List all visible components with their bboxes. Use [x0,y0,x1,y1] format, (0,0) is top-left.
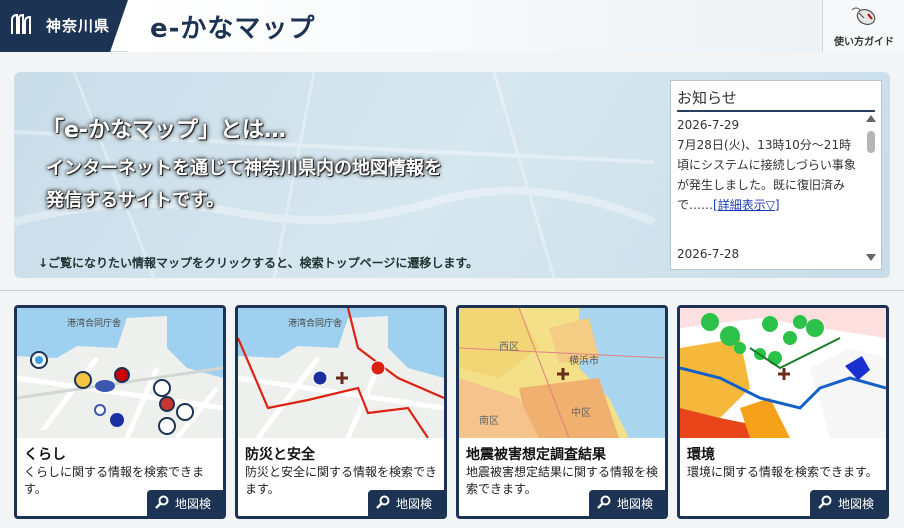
mouse-icon [851,7,876,25]
site-logo[interactable]: e-かなマップ [150,8,315,45]
card-kankyo[interactable]: 環境 環境に関する情報を検索できます。 地図検 [677,305,889,519]
map-search-button[interactable]: 地図検 [810,490,886,516]
card-title: 環境 [687,447,715,463]
logo-area: e-かなマップ [128,0,828,52]
map-search-label: 地図検 [175,497,212,511]
card-bousai[interactable]: 港湾合同庁舎 防災と安全 防災と安全に関する情報を検索できます。 地図検 [235,305,447,519]
prefecture-name: 神奈川県 [46,17,111,35]
kurashi-map-thumbnail: 港湾合同庁舎 [17,308,223,438]
hero-description-line2: 発信するサイトです。 [46,190,225,211]
search-icon [818,495,832,509]
map-search-button[interactable]: 地図検 [368,490,444,516]
map-label: 横浜市 [569,354,599,367]
card-jishin[interactable]: 西区 横浜市 南区 中区 地震被害想定調査結果 地震被害想定結果に関する情報を検… [456,305,668,519]
prefecture-badge[interactable]: 神奈川県 [0,0,128,52]
card-kurashi[interactable]: 港湾合同庁舎 くらし くらしに関する情報を検索できます。 地図検 [14,305,226,519]
news-divider [677,110,875,112]
news-date: 2026-7-29 [677,118,740,132]
user-guide-label: 使い方ガイド [834,37,894,48]
map-label: 南区 [479,414,499,427]
search-icon [376,495,390,509]
hero-title: 「e-かなマップ」とは… [42,118,287,143]
search-icon [597,495,611,509]
news-scrollbar[interactable] [865,115,877,261]
scroll-up-arrow-icon[interactable] [866,115,876,122]
card-title: くらし [24,447,66,463]
map-label: 中区 [571,406,591,419]
kankyo-map-thumbnail [680,308,886,438]
scroll-down-arrow-icon[interactable] [866,254,876,261]
prefecture-emblem-icon [11,13,31,34]
card-title: 防災と安全 [245,447,315,463]
map-label: 港湾合同庁舎 [67,317,121,329]
user-guide-button[interactable]: 使い方ガイド [822,0,904,52]
hero-hint: ↓ご覧になりたい情報マップをクリックすると、検索トップページに遷移します。 [38,256,479,270]
card-title: 地震被害想定調査結果 [466,447,606,463]
map-label: 港湾合同庁舎 [288,317,342,329]
map-label: 西区 [499,341,519,353]
scroll-thumb[interactable] [867,131,875,153]
map-search-label: 地図検 [838,497,875,511]
hero-description-line1: インターネットを通じて神奈川県内の地図情報を [46,158,442,179]
map-search-button[interactable]: 地図検 [589,490,665,516]
news-panel: お知らせ 2026-7-29 7月28日(火)、13時10分～21時頃にシステム… [670,80,882,270]
section-divider [0,290,904,291]
map-search-button[interactable]: 地図検 [147,490,223,516]
map-search-label: 地図検 [396,497,433,511]
search-icon [155,495,169,509]
map-search-label: 地図検 [617,497,654,511]
jishin-map-thumbnail: 西区 横浜市 南区 中区 [459,308,665,438]
news-date: 2026-7-28 [677,247,740,261]
news-details-link[interactable]: [詳細表示▽] [713,198,780,212]
hero-banner: 「e-かなマップ」とは… インターネットを通じて神奈川県内の地図情報を 発信する… [14,72,890,278]
bousai-map-thumbnail: 港湾合同庁舎 [238,308,444,438]
site-header: 神奈川県 e-かなマップ 使い方ガイド [0,0,904,52]
card-description: 環境に関する情報を検索できます。 [687,465,878,479]
news-item: 2026-7-29 7月28日(火)、13時10分～21時頃にシステムに接続しづ… [677,115,859,215]
news-title: お知らせ [677,89,737,107]
